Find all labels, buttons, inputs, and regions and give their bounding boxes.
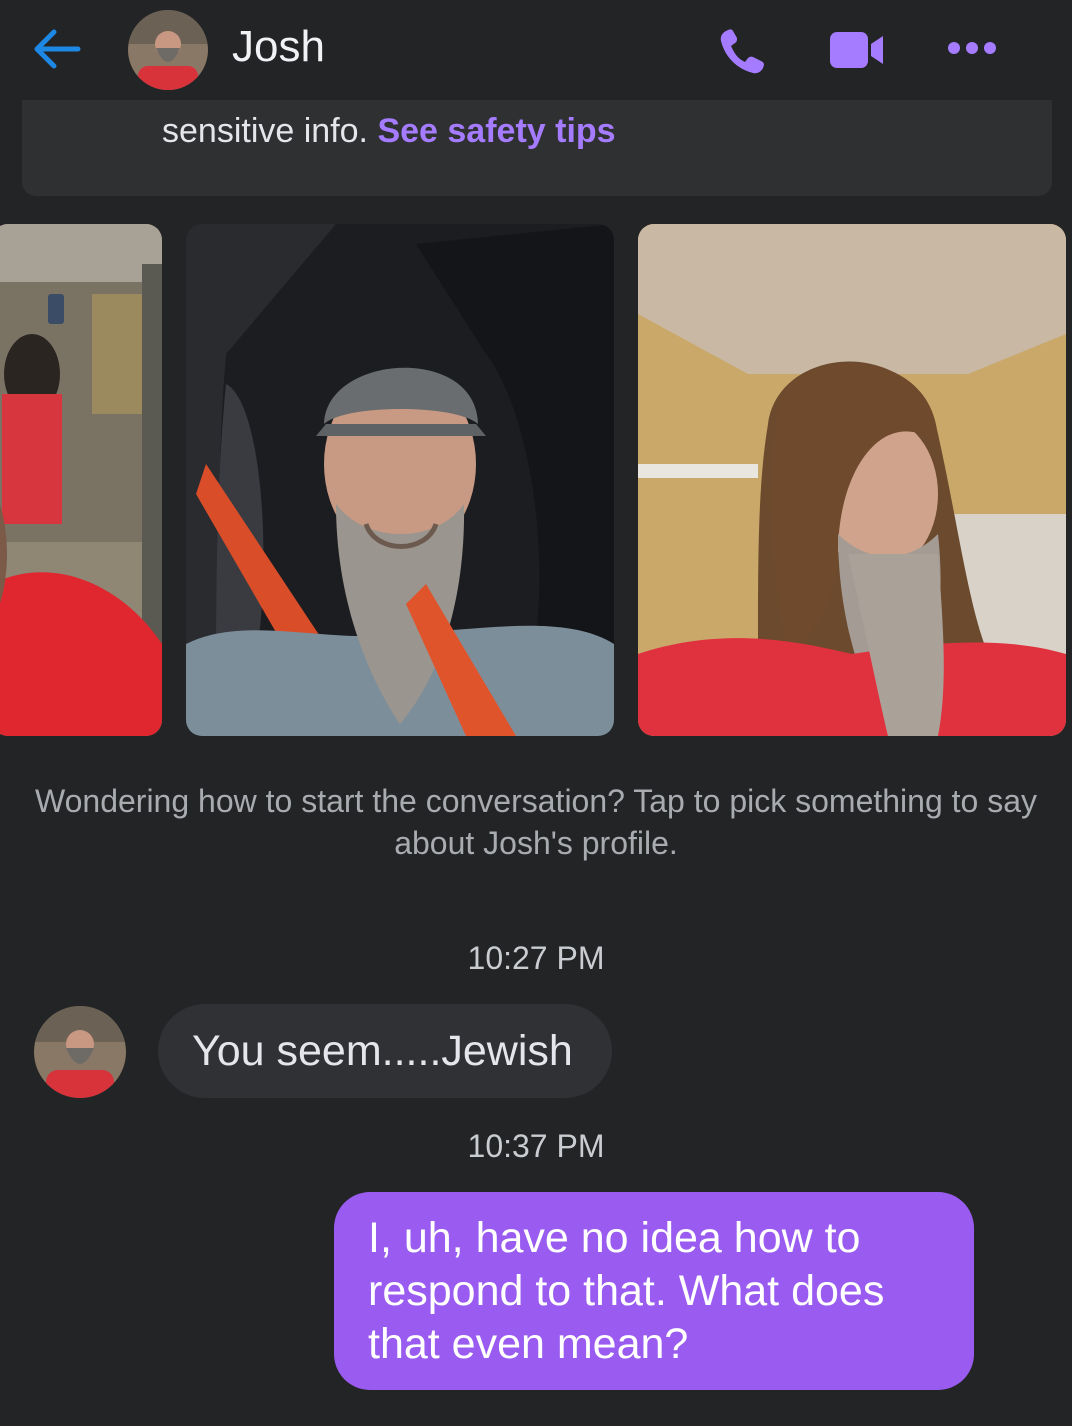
- profile-photo-3[interactable]: [638, 224, 1066, 736]
- safety-notice-text: sensitive info. See safety tips: [162, 112, 616, 151]
- sender-avatar[interactable]: [34, 1006, 126, 1098]
- profile-photo-1[interactable]: [0, 224, 162, 736]
- message-timestamp: 10:27 PM: [467, 940, 605, 976]
- more-options-icon[interactable]: [946, 40, 998, 56]
- contact-avatar[interactable]: [128, 10, 208, 90]
- chat-header: Josh: [0, 0, 1072, 100]
- outgoing-message[interactable]: I, uh, have no idea how to respond to th…: [334, 1192, 974, 1390]
- profile-photo-2[interactable]: [186, 224, 614, 736]
- phone-icon[interactable]: [716, 26, 768, 78]
- safety-tips-link[interactable]: See safety tips: [377, 112, 615, 150]
- back-arrow-icon[interactable]: [30, 26, 84, 72]
- contact-name[interactable]: Josh: [232, 22, 325, 72]
- conversation-starter-prompt[interactable]: Wondering how to start the conversation?…: [0, 780, 1072, 864]
- incoming-message[interactable]: You seem.....Jewish: [158, 1004, 612, 1098]
- message-timestamp: 10:37 PM: [467, 1128, 605, 1164]
- safety-notice: sensitive info. See safety tips: [22, 100, 1052, 196]
- video-camera-icon[interactable]: [828, 30, 886, 70]
- safety-notice-body: sensitive info.: [162, 112, 378, 150]
